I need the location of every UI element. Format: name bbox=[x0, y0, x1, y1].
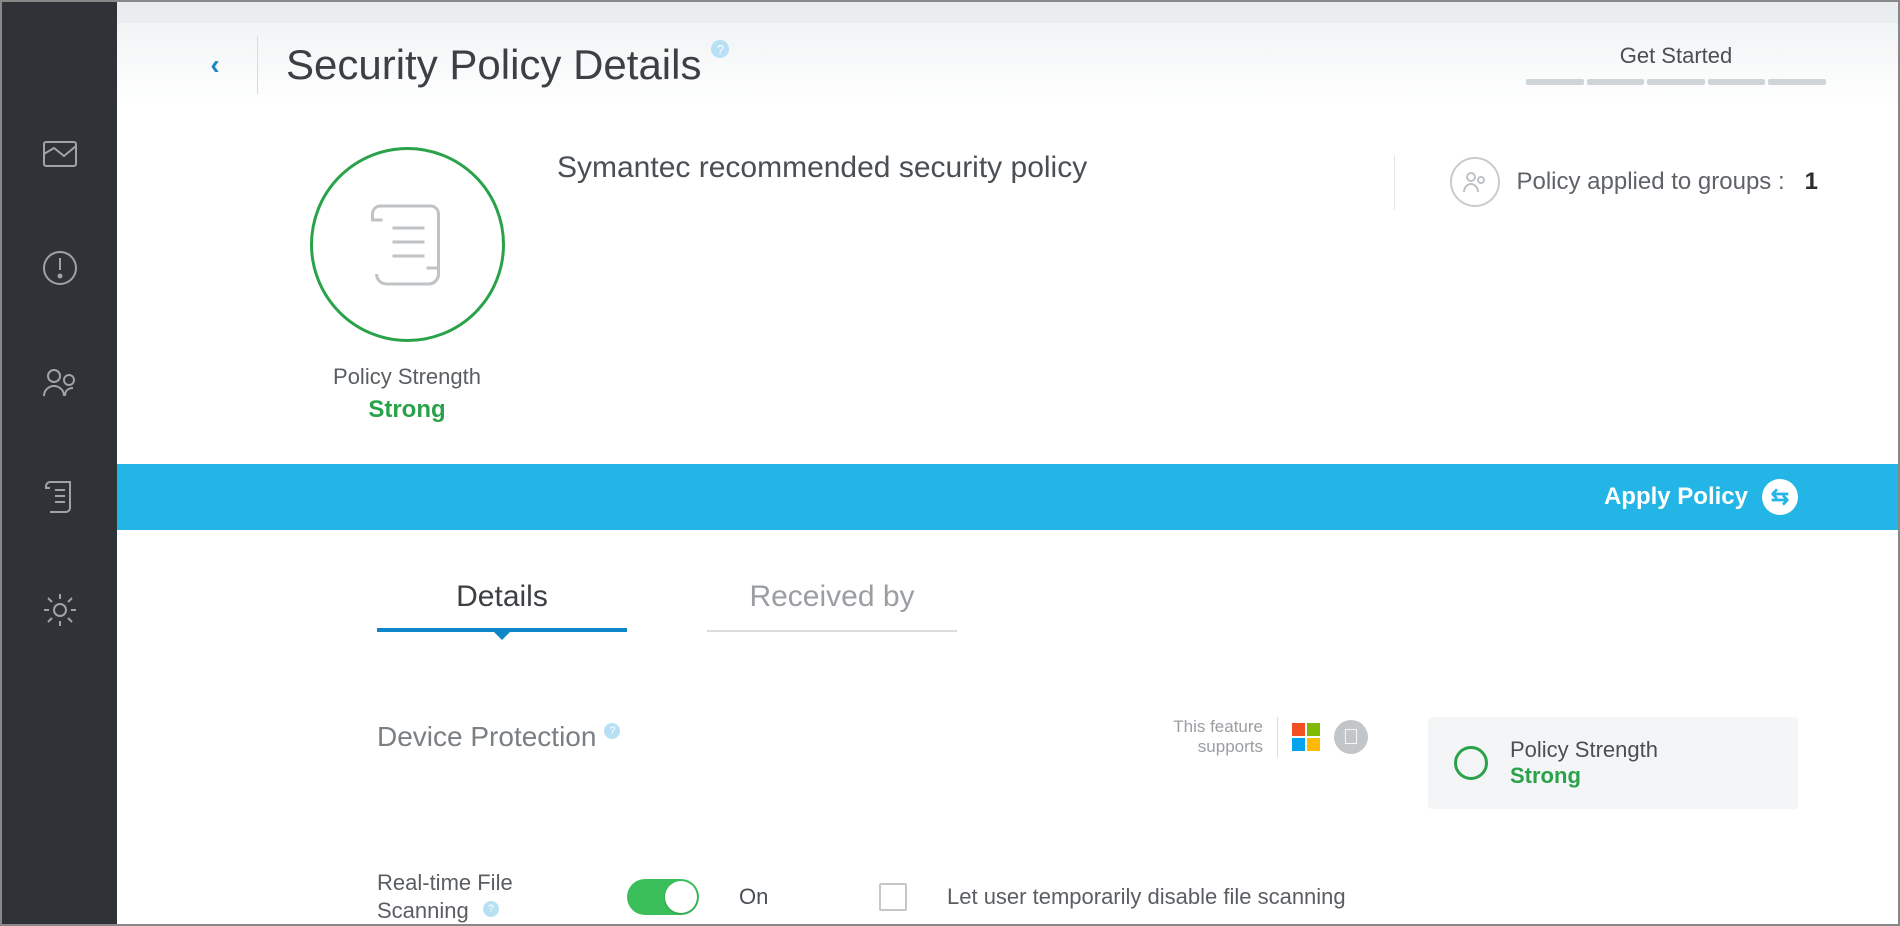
nav-settings[interactable] bbox=[38, 588, 82, 632]
groups-applied[interactable]: Policy applied to groups : 1 bbox=[1394, 155, 1818, 210]
checkbox-let-user-disable[interactable] bbox=[879, 883, 907, 911]
divider bbox=[257, 36, 258, 94]
tab-received-by[interactable]: Received by bbox=[707, 580, 957, 632]
tabs: Details Received by bbox=[117, 530, 1898, 632]
setting-real-time-scanning: Real-time File Scanning ? On Let user te… bbox=[117, 809, 1898, 924]
groups-icon bbox=[40, 362, 80, 402]
scroll-icon bbox=[360, 194, 455, 294]
toggle-knob bbox=[665, 881, 697, 913]
strength-card: Policy Strength Strong bbox=[1428, 717, 1798, 809]
app-root: ‹ Security Policy Details ? Get Started bbox=[0, 0, 1900, 926]
groups-circle-icon bbox=[1450, 157, 1500, 207]
chevron-left-icon: ‹ bbox=[210, 49, 219, 81]
policy-circle bbox=[310, 147, 505, 342]
device-protection-section: Device Protection ? This feature support… bbox=[117, 632, 1898, 809]
strength-value: Strong bbox=[368, 396, 445, 424]
get-started-widget[interactable]: Get Started bbox=[1526, 43, 1826, 85]
apple-icon:  bbox=[1334, 720, 1368, 754]
groups-label: Policy applied to groups : bbox=[1516, 168, 1784, 196]
nav-dashboard[interactable] bbox=[38, 132, 82, 176]
get-started-label: Get Started bbox=[1526, 43, 1826, 69]
setting-label: Real-time File Scanning ? bbox=[377, 869, 587, 924]
progress-bar bbox=[1526, 79, 1826, 85]
section-title: Device Protection bbox=[377, 721, 596, 753]
card-label: Policy Strength bbox=[1510, 737, 1658, 763]
apply-icon: ⇆ bbox=[1762, 479, 1798, 515]
policy-icon bbox=[40, 476, 80, 516]
card-value: Strong bbox=[1510, 763, 1658, 789]
gear-icon bbox=[40, 590, 80, 630]
nav-alerts[interactable] bbox=[38, 246, 82, 290]
strength-label: Policy Strength bbox=[333, 364, 481, 390]
groups-count: 1 bbox=[1805, 168, 1818, 196]
section-header-row: Device Protection ? This feature support… bbox=[377, 717, 1428, 758]
policy-name: Symantec recommended security policy bbox=[557, 147, 1394, 185]
tab-details[interactable]: Details bbox=[377, 580, 627, 632]
help-icon[interactable]: ? bbox=[711, 40, 729, 58]
toggle-state: On bbox=[739, 884, 799, 910]
toggle-real-time-scanning[interactable] bbox=[627, 879, 699, 915]
policy-summary: Policy Strength Strong Symantec recommen… bbox=[117, 107, 1898, 464]
topbar bbox=[117, 2, 1898, 23]
page-title: Security Policy Details bbox=[286, 41, 701, 89]
back-button[interactable]: ‹ bbox=[197, 47, 233, 83]
nav-policies[interactable] bbox=[38, 474, 82, 518]
header: ‹ Security Policy Details ? Get Started bbox=[117, 23, 1898, 107]
help-icon[interactable]: ? bbox=[604, 723, 620, 739]
main: ‹ Security Policy Details ? Get Started bbox=[117, 2, 1898, 924]
checkbox-label: Let user temporarily disable file scanni… bbox=[947, 884, 1346, 910]
policy-strength-badge: Policy Strength Strong bbox=[277, 147, 537, 424]
apply-policy-label: Apply Policy bbox=[1604, 483, 1748, 511]
dashboard-icon bbox=[40, 134, 80, 174]
supports-text: This feature supports bbox=[1173, 717, 1263, 758]
os-support: This feature supports  bbox=[1173, 717, 1368, 758]
windows-icon bbox=[1292, 723, 1320, 751]
ring-icon bbox=[1454, 746, 1488, 780]
apply-policy-bar[interactable]: Apply Policy ⇆ bbox=[117, 464, 1898, 530]
nav-groups[interactable] bbox=[38, 360, 82, 404]
alert-icon bbox=[40, 248, 80, 288]
help-icon[interactable]: ? bbox=[483, 901, 499, 917]
sidebar bbox=[2, 2, 117, 924]
